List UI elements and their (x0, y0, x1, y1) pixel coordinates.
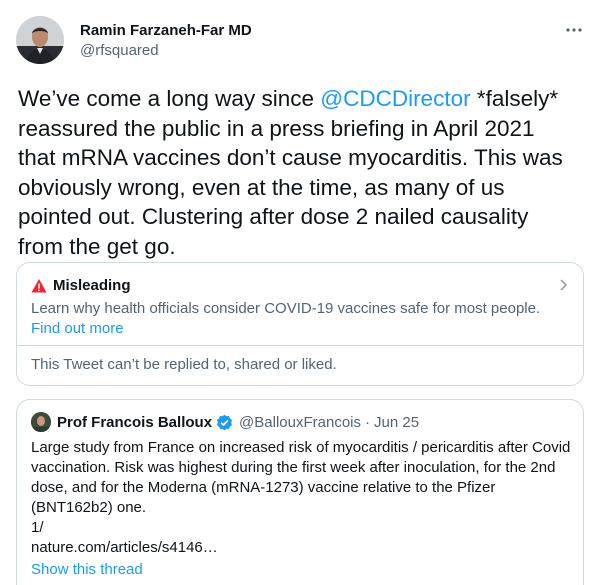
quoted-date[interactable]: Jun 25 (374, 414, 419, 431)
quoted-tweet-text: Large study from France on increased ris… (31, 439, 571, 556)
avatar-photo (16, 16, 64, 64)
quoted-author-name[interactable]: Prof Francois Balloux (57, 414, 212, 431)
quoted-avatar[interactable] (31, 412, 51, 432)
separator-dot: · (365, 413, 370, 431)
tweet-text-before: We’ve come a long way since (18, 86, 321, 111)
chevron-right-icon[interactable] (555, 277, 571, 293)
author-handle[interactable]: @rfsquared (80, 42, 159, 59)
notice-header: Misleading (31, 277, 131, 294)
warning-icon (31, 278, 47, 294)
verified-badge-icon (216, 414, 233, 431)
find-out-more-link[interactable]: Find out more (31, 320, 124, 337)
quoted-tweet-header: Prof Francois Balloux @BallouxFrancois ·… (31, 412, 419, 432)
show-thread-link[interactable]: Show this thread (31, 561, 143, 578)
more-horizontal-icon[interactable] (564, 20, 584, 40)
notice-title: Misleading (53, 277, 131, 294)
tweet-text: We’ve come a long way since @CDCDirector… (18, 84, 578, 261)
misleading-notice[interactable]: Misleading Learn why health officials co… (16, 262, 584, 386)
tweet: Ramin Farzaneh-Far MD @rfsquared We’ve c… (0, 0, 594, 585)
notice-description: Learn why health officials consider COVI… (31, 300, 541, 317)
notice-divider (17, 345, 583, 346)
mention-link[interactable]: @CDCDirector (320, 86, 470, 111)
quoted-author-handle[interactable]: @BallouxFrancois (239, 414, 361, 431)
author-name[interactable]: Ramin Farzaneh-Far MD (80, 22, 252, 39)
tweet-text-after: *falsely* reassured the public in a pres… (18, 86, 563, 259)
avatar[interactable] (16, 16, 64, 64)
quoted-tweet[interactable]: Prof Francois Balloux @BallouxFrancois ·… (16, 399, 584, 585)
notice-footer: This Tweet can’t be replied to, shared o… (31, 356, 337, 373)
